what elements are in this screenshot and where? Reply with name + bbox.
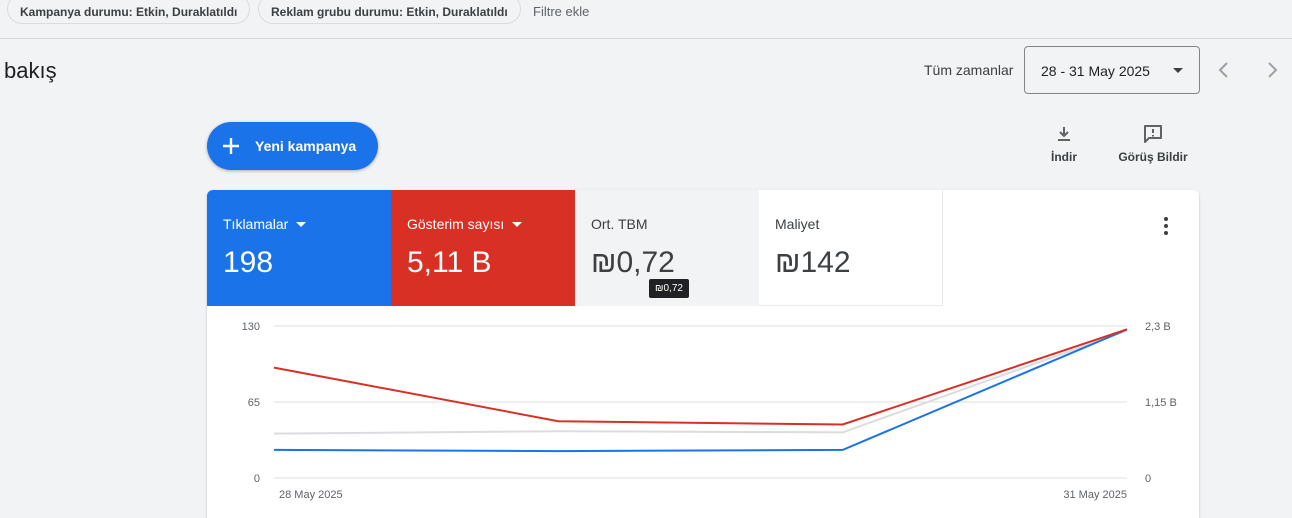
dropdown-caret-icon: [296, 221, 307, 227]
metric-clicks[interactable]: Tıklamalar 198: [207, 190, 391, 306]
chevron-left-icon[interactable]: [1212, 58, 1236, 82]
feedback-icon: [1144, 125, 1162, 143]
add-filter-link[interactable]: Filtre ekle: [533, 4, 589, 19]
date-range-select[interactable]: 28 - 31 May 2025: [1024, 46, 1200, 94]
metric-cost-label: Maliyet: [775, 216, 820, 232]
metric-impressions-value: 5,11 B: [407, 246, 492, 279]
metric-avg-cpc-label: Ort. TBM: [591, 216, 648, 232]
performance-card: Tıklamalar 198 Gösterim sayısı 5,11 B Or…: [207, 190, 1199, 518]
x-axis-tick: 28 May 2025: [279, 489, 343, 501]
download-icon: [1058, 127, 1070, 141]
y-axis-right-tick: 0: [1145, 473, 1151, 485]
date-range-value: 28 - 31 May 2025: [1041, 63, 1150, 79]
plus-icon: [223, 138, 239, 154]
filter-chip-campaign-status[interactable]: Kampanya durumu: Etkin, Duraklatıldı: [7, 0, 251, 24]
y-axis-left-tick: 0: [254, 473, 260, 485]
feedback-label: Görüş Bildir: [1118, 150, 1188, 164]
feedback-button[interactable]: Görüş Bildir: [1118, 124, 1188, 164]
filter-bar: Kampanya durumu: Etkin, Duraklatıldı Rek…: [0, 0, 1292, 39]
metric-clicks-label: Tıklamalar: [223, 216, 289, 232]
metric-impressions-label: Gösterim sayısı: [407, 216, 505, 232]
dropdown-caret-icon: [512, 221, 523, 227]
y-axis-left-tick: 65: [248, 397, 260, 409]
performance-chart: 130 2,3 B 65 1,15 B 0 0 28 May 2025 31 May 2025: [242, 321, 1177, 501]
metric-cost-value: ₪142: [775, 246, 851, 279]
filter-chip-adgroup-status[interactable]: Reklam grubu durumu: Etkin, Duraklatıldı: [258, 0, 521, 24]
x-axis-tick: 31 May 2025: [1063, 489, 1127, 501]
new-campaign-button[interactable]: Yeni kampanya: [207, 122, 378, 170]
download-label: İndir: [1051, 150, 1077, 164]
value-tooltip: ₪0,72: [649, 279, 689, 298]
y-axis-right-tick: 2,3 B: [1145, 321, 1171, 333]
download-button[interactable]: İndir: [1050, 124, 1078, 164]
y-axis-left-tick: 130: [242, 321, 260, 333]
dropdown-caret-icon: [1173, 68, 1183, 73]
metric-clicks-value: 198: [223, 246, 274, 279]
chevron-right-icon[interactable]: [1260, 58, 1284, 82]
metric-impressions[interactable]: Gösterim sayısı 5,11 B: [391, 190, 575, 306]
page-title: bakış: [4, 58, 57, 83]
y-axis-right-tick: 1,15 B: [1145, 397, 1177, 409]
series-line: [273, 329, 1128, 435]
date-range-label: Tüm zamanlar: [924, 62, 1014, 78]
metric-cost[interactable]: Maliyet ₪142: [759, 190, 943, 306]
metric-avg-cpc-value: ₪0,72: [591, 246, 675, 279]
more-options-icon[interactable]: [1162, 216, 1170, 236]
new-campaign-label: Yeni kampanya: [255, 138, 357, 154]
